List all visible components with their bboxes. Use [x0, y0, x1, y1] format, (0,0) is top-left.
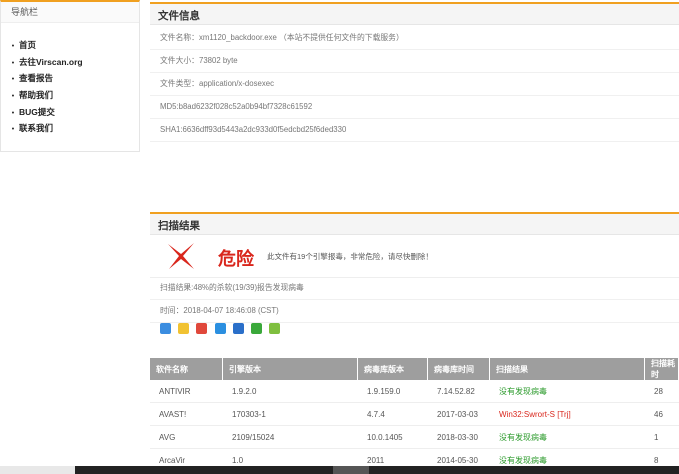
- more-icon[interactable]: [269, 323, 281, 334]
- sidebar-list: • 首页 • 去往Virscan.org • 查看报告 • 帮助我们 • BUG提交 • 联…: [1, 23, 139, 137]
- scan-time: 时间：2018-04-07 18:46:08 (CST): [150, 300, 679, 323]
- cell-result: Win32:Swrort-S [Trj]: [489, 402, 645, 426]
- sidebar-title: 导航栏: [1, 2, 139, 23]
- taskbar-middle: [333, 466, 369, 474]
- sidebar-item-virscan[interactable]: • 去往Virscan.org: [11, 54, 139, 71]
- wechat-icon[interactable]: [251, 323, 263, 334]
- cell-result: 没有发现病毒: [489, 380, 645, 403]
- scan-results-title: 扫描结果: [158, 220, 200, 232]
- file-sha1: SHA1:6636dff93d5443a2dc933d0f5edcbd25f6d…: [150, 119, 679, 142]
- taskbar: [0, 466, 679, 474]
- table-row: ANTIVIR 1.9.2.0 1.9.159.0 7.14.52.82 没有发…: [150, 380, 679, 403]
- cell-db-version: 1.9.159.0: [357, 380, 428, 403]
- cell-software: AVAST!: [150, 402, 223, 426]
- share-toolbar: [160, 323, 285, 337]
- cell-software: AVG: [150, 425, 223, 449]
- table-header-row: 软件名称 引擎版本 病毒库版本 病毒库时间 扫描结果 扫描耗时: [150, 358, 679, 380]
- sidebar-item-bug[interactable]: • BUG提交: [11, 104, 139, 121]
- cell-engine: 2109/15024: [222, 425, 358, 449]
- scan-summary-panel: 扫描结果:48%的杀软(19/39)报告发现病毒 时间：2018-04-07 1…: [150, 277, 679, 323]
- scan-results-header: 扫描结果: [150, 212, 679, 235]
- cell-db-version: 4.7.4: [357, 402, 428, 426]
- table-row: AVAST! 170303-1 4.7.4 2017-03-03 Win32:S…: [150, 402, 679, 426]
- cell-engine: 170303-1: [222, 402, 358, 426]
- weibo-icon[interactable]: [196, 323, 208, 334]
- file-size: 文件大小：73802 byte: [150, 50, 679, 73]
- sidebar-item-contact[interactable]: • 联系我们: [11, 120, 139, 137]
- cell-duration: 28: [644, 380, 679, 403]
- cell-db-version: 10.0.1405: [357, 425, 428, 449]
- col-db-time: 病毒库时间: [427, 358, 490, 380]
- qzone-icon[interactable]: [160, 323, 171, 334]
- file-name: 文件名称：xm1120_backdoor.exe （本站不提供任何文件的下载服务…: [150, 27, 679, 50]
- baidu-icon[interactable]: [214, 323, 226, 334]
- cell-db-time: 2017-03-03: [427, 402, 490, 426]
- cell-result: 没有发现病毒: [489, 425, 645, 449]
- cell-duration: 46: [644, 402, 679, 426]
- file-type: 文件类型：application/x-dosexec: [150, 73, 679, 96]
- col-duration: 扫描耗时: [644, 358, 679, 380]
- results-table: 软件名称 引擎版本 病毒库版本 病毒库时间 扫描结果 扫描耗时 ANTIVIR …: [150, 358, 679, 472]
- col-result: 扫描结果: [489, 358, 645, 380]
- cell-duration: 1: [644, 425, 679, 449]
- table-row: AVG 2109/15024 10.0.1405 2018-03-30 没有发现…: [150, 425, 679, 449]
- renren-icon[interactable]: [232, 323, 244, 334]
- file-info-panel: 文件名称：xm1120_backdoor.exe （本站不提供任何文件的下载服务…: [150, 27, 679, 142]
- file-md5: MD5:b8ad6232f028c52a0b94bf7328c61592: [150, 96, 679, 119]
- sidebar-nav: 导航栏 • 首页 • 去往Virscan.org • 查看报告 • 帮助我们 • BUG提…: [0, 0, 140, 152]
- verdict-description: 此文件有19个引擎报毒，非常危险，请尽快删除！: [267, 252, 433, 261]
- star-icon[interactable]: [178, 323, 190, 334]
- cell-db-time: 2018-03-30: [427, 425, 490, 449]
- sidebar-item-help[interactable]: • 帮助我们: [11, 87, 139, 104]
- file-info-title: 文件信息: [158, 10, 200, 22]
- cell-engine: 1.9.2.0: [222, 380, 358, 403]
- danger-x-icon: [168, 243, 194, 269]
- cell-software: ANTIVIR: [150, 380, 223, 403]
- col-software: 软件名称: [150, 358, 223, 380]
- sidebar-item-reports[interactable]: • 查看报告: [11, 70, 139, 87]
- file-info-header: 文件信息: [150, 2, 679, 25]
- bullet-icon: •: [11, 126, 15, 134]
- taskbar-left: [0, 466, 75, 474]
- col-db-version: 病毒库版本: [357, 358, 428, 380]
- danger-banner: 危险 此文件有19个引擎报毒，非常危险，请尽快删除！: [150, 239, 679, 278]
- sidebar-item-home[interactable]: • 首页: [11, 37, 139, 54]
- scan-summary: 扫描结果:48%的杀软(19/39)报告发现病毒: [150, 277, 679, 300]
- cell-db-time: 7.14.52.82: [427, 380, 490, 403]
- col-engine: 引擎版本: [222, 358, 358, 380]
- verdict-label: 危险: [218, 249, 254, 269]
